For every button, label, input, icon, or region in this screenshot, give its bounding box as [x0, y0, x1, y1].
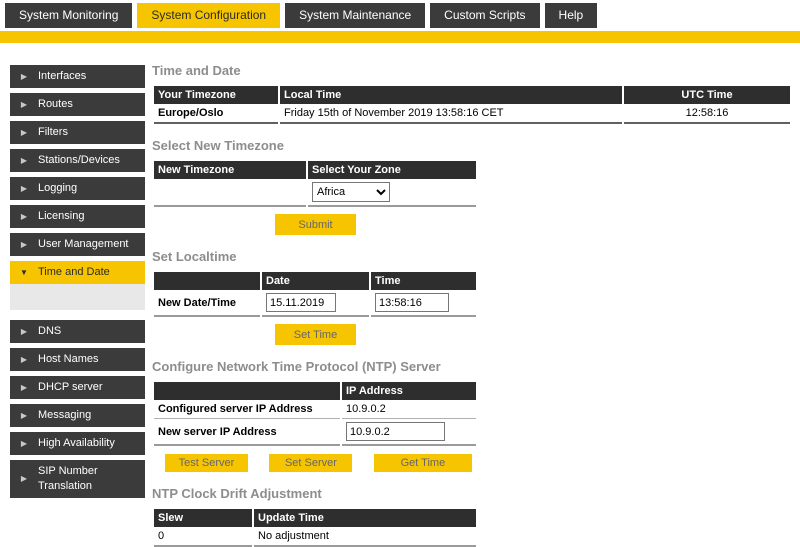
sidebar-submenu-panel — [10, 284, 145, 310]
sidebar-item-routes[interactable]: ▶ Routes — [10, 93, 145, 116]
slew-value: 0 — [154, 527, 252, 547]
date-input[interactable] — [266, 293, 336, 312]
chevron-right-icon: ▶ — [20, 439, 28, 448]
chevron-right-icon: ▶ — [20, 100, 28, 109]
section-heading-ntp-drift: NTP Clock Drift Adjustment — [152, 486, 322, 501]
ntp-drift-table: Slew Update Time 0 No adjustment — [152, 509, 478, 547]
table-row: Configured server IP Address 10.9.0.2 — [154, 400, 476, 419]
time-input[interactable] — [375, 293, 449, 312]
set-time-button[interactable]: Set Time — [275, 324, 356, 345]
sidebar-item-dns[interactable]: ▶ DNS — [10, 320, 145, 343]
timezone-value: Europe/Oslo — [154, 104, 278, 124]
sidebar-item-filters[interactable]: ▶ Filters — [10, 121, 145, 144]
section-heading-ntp-server: Configure Network Time Protocol (NTP) Se… — [152, 359, 441, 374]
sidebar-item-sip-number-translation[interactable]: ▶ SIP Number Translation — [10, 460, 145, 498]
table-row: Africa — [154, 179, 476, 207]
set-localtime-table: Date Time New Date/Time — [152, 272, 478, 317]
update-time-value: No adjustment — [254, 527, 476, 547]
tab-help[interactable]: Help — [544, 3, 598, 28]
sidebar-item-dhcp-server[interactable]: ▶ DHCP server — [10, 376, 145, 399]
col-header-your-timezone: Your Timezone — [154, 86, 278, 104]
col-header-new-timezone: New Timezone — [154, 161, 306, 179]
col-header-time: Time — [371, 272, 476, 290]
section-heading-select-new-timezone: Select New Timezone — [152, 138, 284, 153]
sidebar-item-user-management[interactable]: ▶ User Management — [10, 233, 145, 256]
empty-cell — [154, 179, 306, 207]
chevron-right-icon: ▶ — [20, 411, 28, 420]
col-header-ip-address: IP Address — [342, 382, 476, 400]
utc-time-value: 12:58:16 — [624, 104, 790, 124]
chevron-right-icon: ▶ — [20, 212, 28, 221]
chevron-right-icon: ▶ — [20, 240, 28, 249]
sidebar-nav: ▶ Interfaces ▶ Routes ▶ Filters ▶ Statio… — [0, 43, 145, 503]
table-row: New server IP Address — [154, 419, 476, 446]
new-server-label: New server IP Address — [154, 419, 340, 446]
local-time-value: Friday 15th of November 2019 13:58:16 CE… — [280, 104, 622, 124]
new-date-time-label: New Date/Time — [154, 290, 260, 317]
chevron-right-icon: ▶ — [20, 474, 28, 484]
section-heading-time-and-date: Time and Date — [152, 63, 241, 78]
new-server-ip-input[interactable] — [346, 422, 445, 441]
table-row: 0 No adjustment — [154, 527, 476, 547]
configured-server-label: Configured server IP Address — [154, 400, 340, 419]
get-time-button[interactable]: Get Time — [373, 454, 472, 472]
accent-bar — [0, 31, 800, 43]
table-row: Europe/Oslo Friday 15th of November 2019… — [154, 104, 790, 124]
chevron-right-icon: ▶ — [20, 355, 28, 364]
ntp-server-table: IP Address Configured server IP Address … — [152, 382, 478, 446]
chevron-down-icon: ▼ — [20, 268, 28, 277]
chevron-right-icon: ▶ — [20, 184, 28, 193]
ntp-buttons-row: Test Server Set Server Get Time — [152, 453, 792, 472]
tab-custom-scripts[interactable]: Custom Scripts — [430, 3, 540, 28]
col-header-update-time: Update Time — [254, 509, 476, 527]
tab-system-monitoring[interactable]: System Monitoring — [5, 3, 133, 28]
sidebar-item-logging[interactable]: ▶ Logging — [10, 177, 145, 200]
timezone-select[interactable]: Africa — [312, 182, 390, 202]
chevron-right-icon: ▶ — [20, 156, 28, 165]
sidebar-item-messaging[interactable]: ▶ Messaging — [10, 404, 145, 427]
col-header-local-time: Local Time — [280, 86, 622, 104]
configured-server-value: 10.9.0.2 — [342, 400, 476, 419]
sidebar-item-stations-devices[interactable]: ▶ Stations/Devices — [10, 149, 145, 172]
empty-header-cell — [154, 272, 260, 290]
sidebar-item-time-and-date[interactable]: ▼ Time and Date — [10, 261, 145, 284]
chevron-right-icon: ▶ — [20, 72, 28, 81]
table-row: New Date/Time — [154, 290, 476, 317]
timezone-table: Your Timezone Local Time UTC Time Europe… — [152, 86, 792, 124]
main-content: Time and Date Your Timezone Local Time U… — [145, 43, 800, 547]
main-tab-bar: System Monitoring System Configuration S… — [0, 0, 800, 28]
col-header-slew: Slew — [154, 509, 252, 527]
empty-header-cell — [154, 382, 340, 400]
chevron-right-icon: ▶ — [20, 128, 28, 137]
tab-system-maintenance[interactable]: System Maintenance — [285, 3, 426, 28]
chevron-right-icon: ▶ — [20, 383, 28, 392]
tab-system-configuration[interactable]: System Configuration — [137, 3, 281, 28]
col-header-utc-time: UTC Time — [624, 86, 790, 104]
col-header-select-your-zone: Select Your Zone — [308, 161, 476, 179]
submit-button[interactable]: Submit — [275, 214, 356, 235]
sidebar-item-high-availability[interactable]: ▶ High Availability — [10, 432, 145, 455]
section-heading-set-localtime: Set Localtime — [152, 249, 237, 264]
set-server-button[interactable]: Set Server — [269, 454, 353, 472]
chevron-right-icon: ▶ — [20, 327, 28, 336]
sidebar-item-interfaces[interactable]: ▶ Interfaces — [10, 65, 145, 88]
col-header-date: Date — [262, 272, 369, 290]
test-server-button[interactable]: Test Server — [165, 454, 248, 472]
new-timezone-table: New Timezone Select Your Zone Africa — [152, 161, 478, 207]
sidebar-item-licensing[interactable]: ▶ Licensing — [10, 205, 145, 228]
sidebar-item-host-names[interactable]: ▶ Host Names — [10, 348, 145, 371]
